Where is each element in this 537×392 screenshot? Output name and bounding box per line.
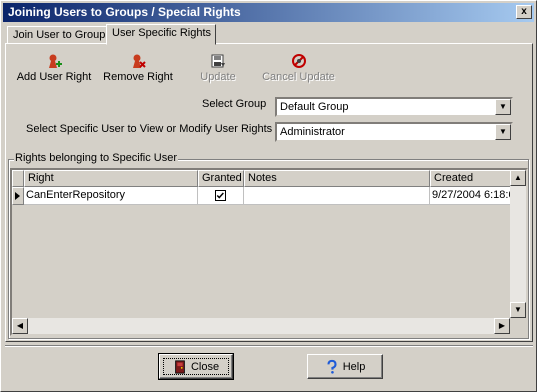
chevron-down-icon[interactable]: ▼ [495,124,511,140]
column-header-notes[interactable]: Notes [244,170,430,187]
save-disk-icon [211,54,225,68]
scrollbar-corner [510,318,526,334]
horizontal-scrollbar[interactable]: ◀ ▶ [12,318,510,334]
column-header-granted[interactable]: Granted [198,170,244,187]
column-header-label: Notes [248,172,277,184]
check-icon [216,192,224,199]
cancel-icon [291,54,306,68]
add-user-right-label: Add User Right [16,71,92,83]
close-window-button[interactable]: x [516,5,532,19]
column-header-label: Granted [202,172,242,184]
footer-separator [5,345,533,347]
scroll-left-button[interactable]: ◀ [12,318,28,334]
select-group-value: Default Group [280,101,349,113]
scroll-up-button[interactable]: ▲ [510,170,526,186]
close-icon: x [521,6,527,17]
arrow-up-icon: ▲ [514,173,522,182]
granted-checkbox[interactable] [215,190,226,201]
current-row-arrow-icon [15,192,20,200]
column-header-label: Created [434,172,474,184]
remove-right-label: Remove Right [103,71,173,83]
arrow-right-icon: ▶ [498,321,506,330]
close-button-content: Close [160,359,232,375]
help-button[interactable]: Help [307,354,383,379]
close-button-label: Close [190,360,220,373]
cell-granted[interactable] [198,187,244,205]
scroll-down-button[interactable]: ▼ [510,302,526,318]
select-user-label: Select Specific User to View or Modify U… [26,123,273,135]
grid-corner-header [12,170,24,187]
tab-join-user-to-group[interactable]: Join User to Group [7,26,107,44]
column-header-right[interactable]: Right [24,170,198,187]
row-selector[interactable] [12,187,24,205]
select-group-dropdown[interactable]: Default Group ▼ [275,97,513,117]
arrow-left-icon: ◀ [16,321,24,330]
tab-user-specific-rights[interactable]: User Specific Rights [106,24,216,45]
cancel-update-label: Cancel Update [262,71,335,83]
close-door-icon [175,360,185,374]
column-header-label: Right [28,172,54,184]
cancel-update-button[interactable]: Cancel Update [261,53,336,83]
rights-groupbox-label: Rights belonging to Specific User [14,152,179,164]
cell-notes[interactable] [244,187,430,205]
column-header-created[interactable]: Created [430,170,514,187]
select-user-value: Administrator [280,126,345,138]
rights-grid[interactable]: Right Granted Notes Created CanEnterRepo… [10,168,528,336]
select-group-label: Select Group [202,98,267,110]
cell-created[interactable]: 9/27/2004 6:18:0 [430,187,514,205]
update-label: Update [200,71,236,83]
chevron-down-icon[interactable]: ▼ [495,99,511,115]
window-title: Joining Users to Groups / Special Rights [8,5,241,19]
title-bar[interactable]: Joining Users to Groups / Special Rights… [3,3,534,22]
close-button[interactable]: Close [158,353,234,380]
vertical-scrollbar[interactable]: ▲ ▼ [510,170,526,318]
add-right-icon [49,54,62,68]
update-button[interactable]: Update [197,53,239,83]
select-user-dropdown[interactable]: Administrator ▼ [275,122,513,142]
add-user-right-button[interactable]: Add User Right [16,53,92,83]
help-button-content: Help [308,359,382,375]
dialog-window: Joining Users to Groups / Special Rights… [0,0,537,392]
help-question-icon [327,359,337,374]
help-button-label: Help [342,360,366,373]
cell-right[interactable]: CanEnterRepository [24,187,198,205]
remove-right-button[interactable]: Remove Right [103,53,173,83]
arrow-down-icon: ▼ [514,305,522,314]
tab-label: Join User to Group [13,29,106,41]
tab-label: User Specific Rights [112,27,212,39]
remove-right-icon [133,54,146,68]
scroll-right-button[interactable]: ▶ [494,318,510,334]
